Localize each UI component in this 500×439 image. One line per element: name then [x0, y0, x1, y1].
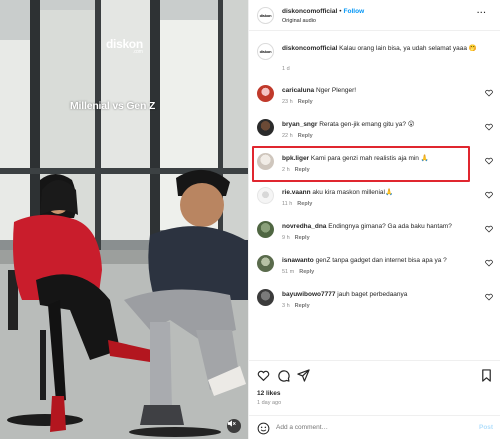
comment-text: isnawanto genZ tanpa gadget dan internet…: [282, 256, 484, 265]
comment-username[interactable]: novredha_dna: [282, 223, 326, 230]
share-icon[interactable]: [297, 369, 310, 382]
comment-meta: 9 h Reply: [282, 235, 310, 241]
avatar[interactable]: [257, 289, 274, 306]
avatar[interactable]: diskon: [257, 7, 274, 24]
heart-icon[interactable]: [485, 191, 493, 199]
follow-button[interactable]: Follow: [344, 8, 365, 15]
comment-meta: 11 h Reply: [282, 201, 312, 207]
reel-video[interactable]: diskon .com Millenial vs Gen Z: [0, 0, 248, 439]
comment-body: Nger Plenger!: [315, 87, 357, 94]
comment-meta: 23 h Reply: [282, 99, 313, 105]
comment-username[interactable]: bryan_sngr: [282, 121, 317, 128]
heart-icon[interactable]: [485, 225, 493, 233]
caption-body: Kalau orang lain bisa, ya udah selamat y…: [339, 45, 477, 52]
separator-dot: •: [339, 8, 342, 15]
heart-icon[interactable]: [485, 123, 493, 131]
reply-button[interactable]: Reply: [298, 99, 313, 105]
heart-icon[interactable]: [257, 369, 270, 382]
post-author: diskoncomofficial • Follow: [282, 8, 364, 15]
avatar[interactable]: [257, 85, 274, 102]
likes-count[interactable]: 12 likes: [257, 390, 281, 397]
add-comment-row: Post: [249, 415, 500, 439]
comment-body: Rerata gen-jik emang gitu ya? 😮: [319, 121, 415, 128]
author-username[interactable]: diskoncomofficial: [282, 8, 337, 15]
comment-time: 9 h: [282, 235, 290, 241]
comment-time: 11 h: [282, 201, 293, 207]
comment-body: aku kira maskon millenial🙏: [312, 189, 394, 196]
avatar[interactable]: [257, 119, 274, 136]
brand-watermark: diskon .com: [106, 37, 143, 55]
post-header: diskon diskoncomofficial • Follow Original…: [249, 0, 500, 31]
reply-button[interactable]: Reply: [295, 303, 310, 309]
post-actions: 12 likes 1 day ago Post: [249, 360, 500, 439]
reply-button[interactable]: Reply: [295, 235, 310, 241]
comment-text: bayuwibowo7777 jauh baget perbedaanya: [282, 290, 484, 299]
comment-time: 22 h: [282, 133, 293, 139]
emoji-icon[interactable]: [257, 422, 270, 435]
avatar[interactable]: [257, 187, 274, 204]
heart-icon[interactable]: [485, 89, 493, 97]
comment-time: 3 h: [282, 303, 290, 309]
comment-username[interactable]: caricaluna: [282, 87, 314, 94]
caption-username[interactable]: diskoncomofficial: [282, 45, 337, 52]
reply-button[interactable]: Reply: [298, 133, 313, 139]
comment-body: jauh baget perbedaanya: [337, 291, 408, 298]
comment-username[interactable]: bayuwibowo7777: [282, 291, 335, 298]
comment-meta: 51 m Reply: [282, 269, 314, 275]
avatar[interactable]: [257, 221, 274, 238]
reply-button[interactable]: Reply: [297, 201, 312, 207]
add-comment-input[interactable]: [276, 424, 456, 431]
post-side-panel: diskon diskoncomofficial • Follow Original…: [248, 0, 500, 439]
video-overlay-title: Millenial vs Gen Z: [70, 100, 156, 112]
comment-body: genZ tanpa gadget dan internet bisa apa …: [315, 257, 447, 264]
post-button[interactable]: Post: [479, 424, 493, 431]
avatar[interactable]: [257, 255, 274, 272]
heart-icon[interactable]: [485, 259, 493, 267]
heart-icon[interactable]: [485, 293, 493, 301]
video-frame: [0, 0, 248, 439]
comment-time: 51 m: [282, 269, 295, 275]
comment-meta: 22 h Reply: [282, 133, 313, 139]
post-time: 1 day ago: [257, 400, 282, 406]
heart-icon[interactable]: [485, 157, 493, 165]
comment-body: Endingnya gimana? Ga ada baku hantam?: [328, 223, 452, 230]
comment-icon[interactable]: [277, 369, 290, 382]
comment-text: rie.vaann aku kira maskon millenial🙏: [282, 188, 484, 197]
comment-text: caricaluna Nger Plenger!: [282, 86, 484, 95]
bookmark-icon[interactable]: [480, 369, 493, 382]
speaker-muted-icon[interactable]: [227, 419, 241, 433]
more-horizontal-icon[interactable]: ···: [477, 8, 487, 17]
reply-button[interactable]: Reply: [299, 269, 314, 275]
comment-meta: 3 h Reply: [282, 303, 310, 309]
comment-username[interactable]: rie.vaann: [282, 189, 311, 196]
comment-username[interactable]: isnawanto: [282, 257, 314, 264]
comment-time: 23 h: [282, 99, 293, 105]
caption-time: 1 d: [282, 66, 290, 72]
avatar[interactable]: diskon: [257, 43, 274, 60]
audio-link[interactable]: Original audio: [282, 18, 316, 24]
caption-text: diskoncomofficial Kalau orang lain bisa,…: [282, 44, 484, 53]
comment-text: bryan_sngr Rerata gen-jik emang gitu ya?…: [282, 120, 484, 129]
comment-highlight-box: [252, 146, 470, 182]
comment-text: novredha_dna Endingnya gimana? Ga ada ba…: [282, 222, 484, 231]
